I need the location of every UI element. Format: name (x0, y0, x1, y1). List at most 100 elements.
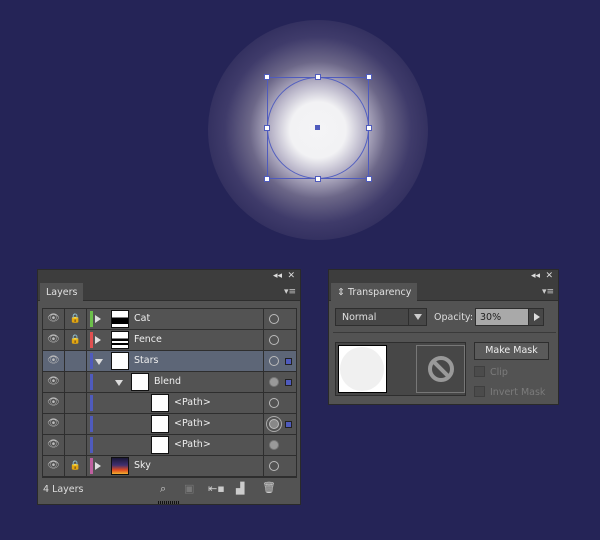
blend-mode-select[interactable]: Normal (335, 308, 427, 326)
collapse-toggle-icon[interactable]: ⇕ (337, 287, 345, 298)
lock-toggle[interactable] (65, 435, 87, 455)
lock-icon[interactable]: 🔒 (65, 309, 87, 329)
resize-handle[interactable] (315, 176, 321, 182)
target-circle-icon[interactable] (269, 377, 279, 387)
layer-color-swatch (90, 416, 93, 432)
layer-row[interactable]: 👁 <Path> (43, 414, 296, 435)
create-sublayer-icon[interactable]: ⇤▪ (208, 482, 225, 495)
lock-toggle[interactable] (65, 414, 87, 434)
resize-handle[interactable] (264, 125, 270, 131)
layer-thumbnail (151, 394, 169, 412)
layer-name[interactable]: Stars (134, 355, 158, 366)
lock-toggle[interactable] (65, 372, 87, 392)
layer-thumbnail (151, 415, 169, 433)
visibility-eye-icon[interactable]: 👁 (43, 456, 65, 476)
expand-triangle-down-icon[interactable] (115, 380, 123, 386)
layer-name[interactable]: <Path> (174, 397, 211, 408)
divider (333, 332, 556, 333)
invert-mask-checkbox[interactable] (474, 386, 485, 397)
clip-checkbox[interactable] (474, 366, 485, 377)
target-circle-icon[interactable] (269, 419, 279, 429)
layer-name[interactable]: Blend (154, 376, 181, 387)
visibility-eye-icon[interactable]: 👁 (43, 435, 65, 455)
lock-icon[interactable]: 🔒 (65, 330, 87, 350)
resize-handle[interactable] (366, 74, 372, 80)
layers-list: 👁 🔒 Cat 👁 🔒 Fence 👁 Stars 👁 Blend 👁 <Path> 👁 <Path> 👁 <… (42, 308, 297, 478)
resize-handle[interactable] (264, 176, 270, 182)
layer-row[interactable]: 👁 🔒 Sky (43, 456, 296, 477)
selection-indicator[interactable] (285, 358, 292, 365)
make-mask-button[interactable]: Make Mask (474, 342, 549, 360)
target-circle-icon[interactable] (269, 398, 279, 408)
layer-color-swatch (90, 458, 93, 474)
mask-thumbnail[interactable] (416, 345, 465, 393)
layer-row[interactable]: 👁 🔒 Fence (43, 330, 296, 351)
layer-color-swatch (90, 437, 93, 453)
clip-label: Clip (490, 367, 508, 378)
transparency-panel: ◂◂ ✕ ⇕ Transparency ▾≡ Normal Opacity: 3… (328, 269, 559, 405)
layer-name[interactable]: Cat (134, 313, 150, 324)
double-chevron-left-icon[interactable]: ◂◂ (531, 271, 540, 281)
layer-color-swatch (90, 374, 93, 390)
expand-triangle-down-icon[interactable] (95, 359, 103, 365)
layer-row[interactable]: 👁 Blend (43, 372, 296, 393)
layer-color-swatch (90, 395, 93, 411)
visibility-eye-icon[interactable]: 👁 (43, 372, 65, 392)
tab-transparency[interactable]: ⇕ Transparency (331, 283, 418, 301)
visibility-eye-icon[interactable]: 👁 (43, 393, 65, 413)
create-layer-icon[interactable]: ▟ (236, 482, 244, 495)
target-circle-icon[interactable] (269, 356, 279, 366)
selection-indicator[interactable] (285, 379, 292, 386)
make-clipping-mask-icon[interactable]: ▣ (184, 482, 194, 495)
target-circle-icon[interactable] (269, 335, 279, 345)
close-icon[interactable]: ✕ (287, 271, 295, 281)
object-thumbnail[interactable] (338, 345, 387, 393)
invert-mask-label: Invert Mask (490, 387, 546, 398)
resize-handle[interactable] (366, 176, 372, 182)
target-circle-icon[interactable] (269, 440, 279, 450)
visibility-eye-icon[interactable]: 👁 (43, 330, 65, 350)
target-circle-icon[interactable] (269, 461, 279, 471)
panel-menu-icon[interactable]: ▾≡ (542, 287, 554, 297)
lock-toggle[interactable] (65, 351, 87, 371)
resize-handle[interactable] (264, 74, 270, 80)
lock-icon[interactable]: 🔒 (65, 456, 87, 476)
locate-object-icon[interactable]: ⌕ (160, 482, 166, 496)
layer-name[interactable]: <Path> (174, 418, 211, 429)
delete-icon[interactable]: 🗑 (262, 481, 276, 494)
panel-menu-icon[interactable]: ▾≡ (284, 287, 296, 297)
layer-row[interactable]: 👁 <Path> (43, 435, 296, 456)
visibility-eye-icon[interactable]: 👁 (43, 351, 65, 371)
expand-triangle-right-icon[interactable] (95, 315, 101, 323)
expand-triangle-right-icon[interactable] (95, 336, 101, 344)
layer-color-swatch (90, 332, 93, 348)
close-icon[interactable]: ✕ (545, 271, 553, 281)
tab-layers[interactable]: Layers (40, 283, 84, 301)
chevron-down-icon[interactable] (408, 309, 426, 325)
layer-name[interactable]: Fence (134, 334, 162, 345)
target-circle-icon[interactable] (269, 314, 279, 324)
layer-row[interactable]: 👁 Stars (43, 351, 296, 372)
resize-handle[interactable] (315, 74, 321, 80)
lock-toggle[interactable] (65, 393, 87, 413)
double-chevron-left-icon[interactable]: ◂◂ (273, 271, 282, 281)
layer-thumbnail (111, 331, 129, 349)
layers-panel: ◂◂ ✕ Layers ▾≡ 👁 🔒 Cat 👁 🔒 Fence 👁 Stars 👁 Blend 👁… (37, 269, 301, 505)
visibility-eye-icon[interactable]: 👁 (43, 414, 65, 434)
layer-color-swatch (90, 353, 93, 369)
layer-thumbnail (151, 436, 169, 454)
layer-row[interactable]: 👁 <Path> (43, 393, 296, 414)
layer-thumbnail (111, 310, 129, 328)
layer-name[interactable]: Sky (134, 460, 151, 471)
layer-row[interactable]: 👁 🔒 Cat (43, 309, 296, 330)
resize-grip[interactable] (158, 501, 180, 504)
selection-indicator[interactable] (285, 421, 292, 428)
visibility-eye-icon[interactable]: 👁 (43, 309, 65, 329)
layer-name[interactable]: <Path> (174, 439, 211, 450)
center-point (315, 125, 320, 130)
expand-triangle-right-icon[interactable] (95, 462, 101, 470)
resize-handle[interactable] (366, 125, 372, 131)
opacity-slider-button[interactable] (528, 308, 544, 326)
mask-preview-area (335, 342, 466, 396)
no-mask-icon (428, 356, 454, 382)
